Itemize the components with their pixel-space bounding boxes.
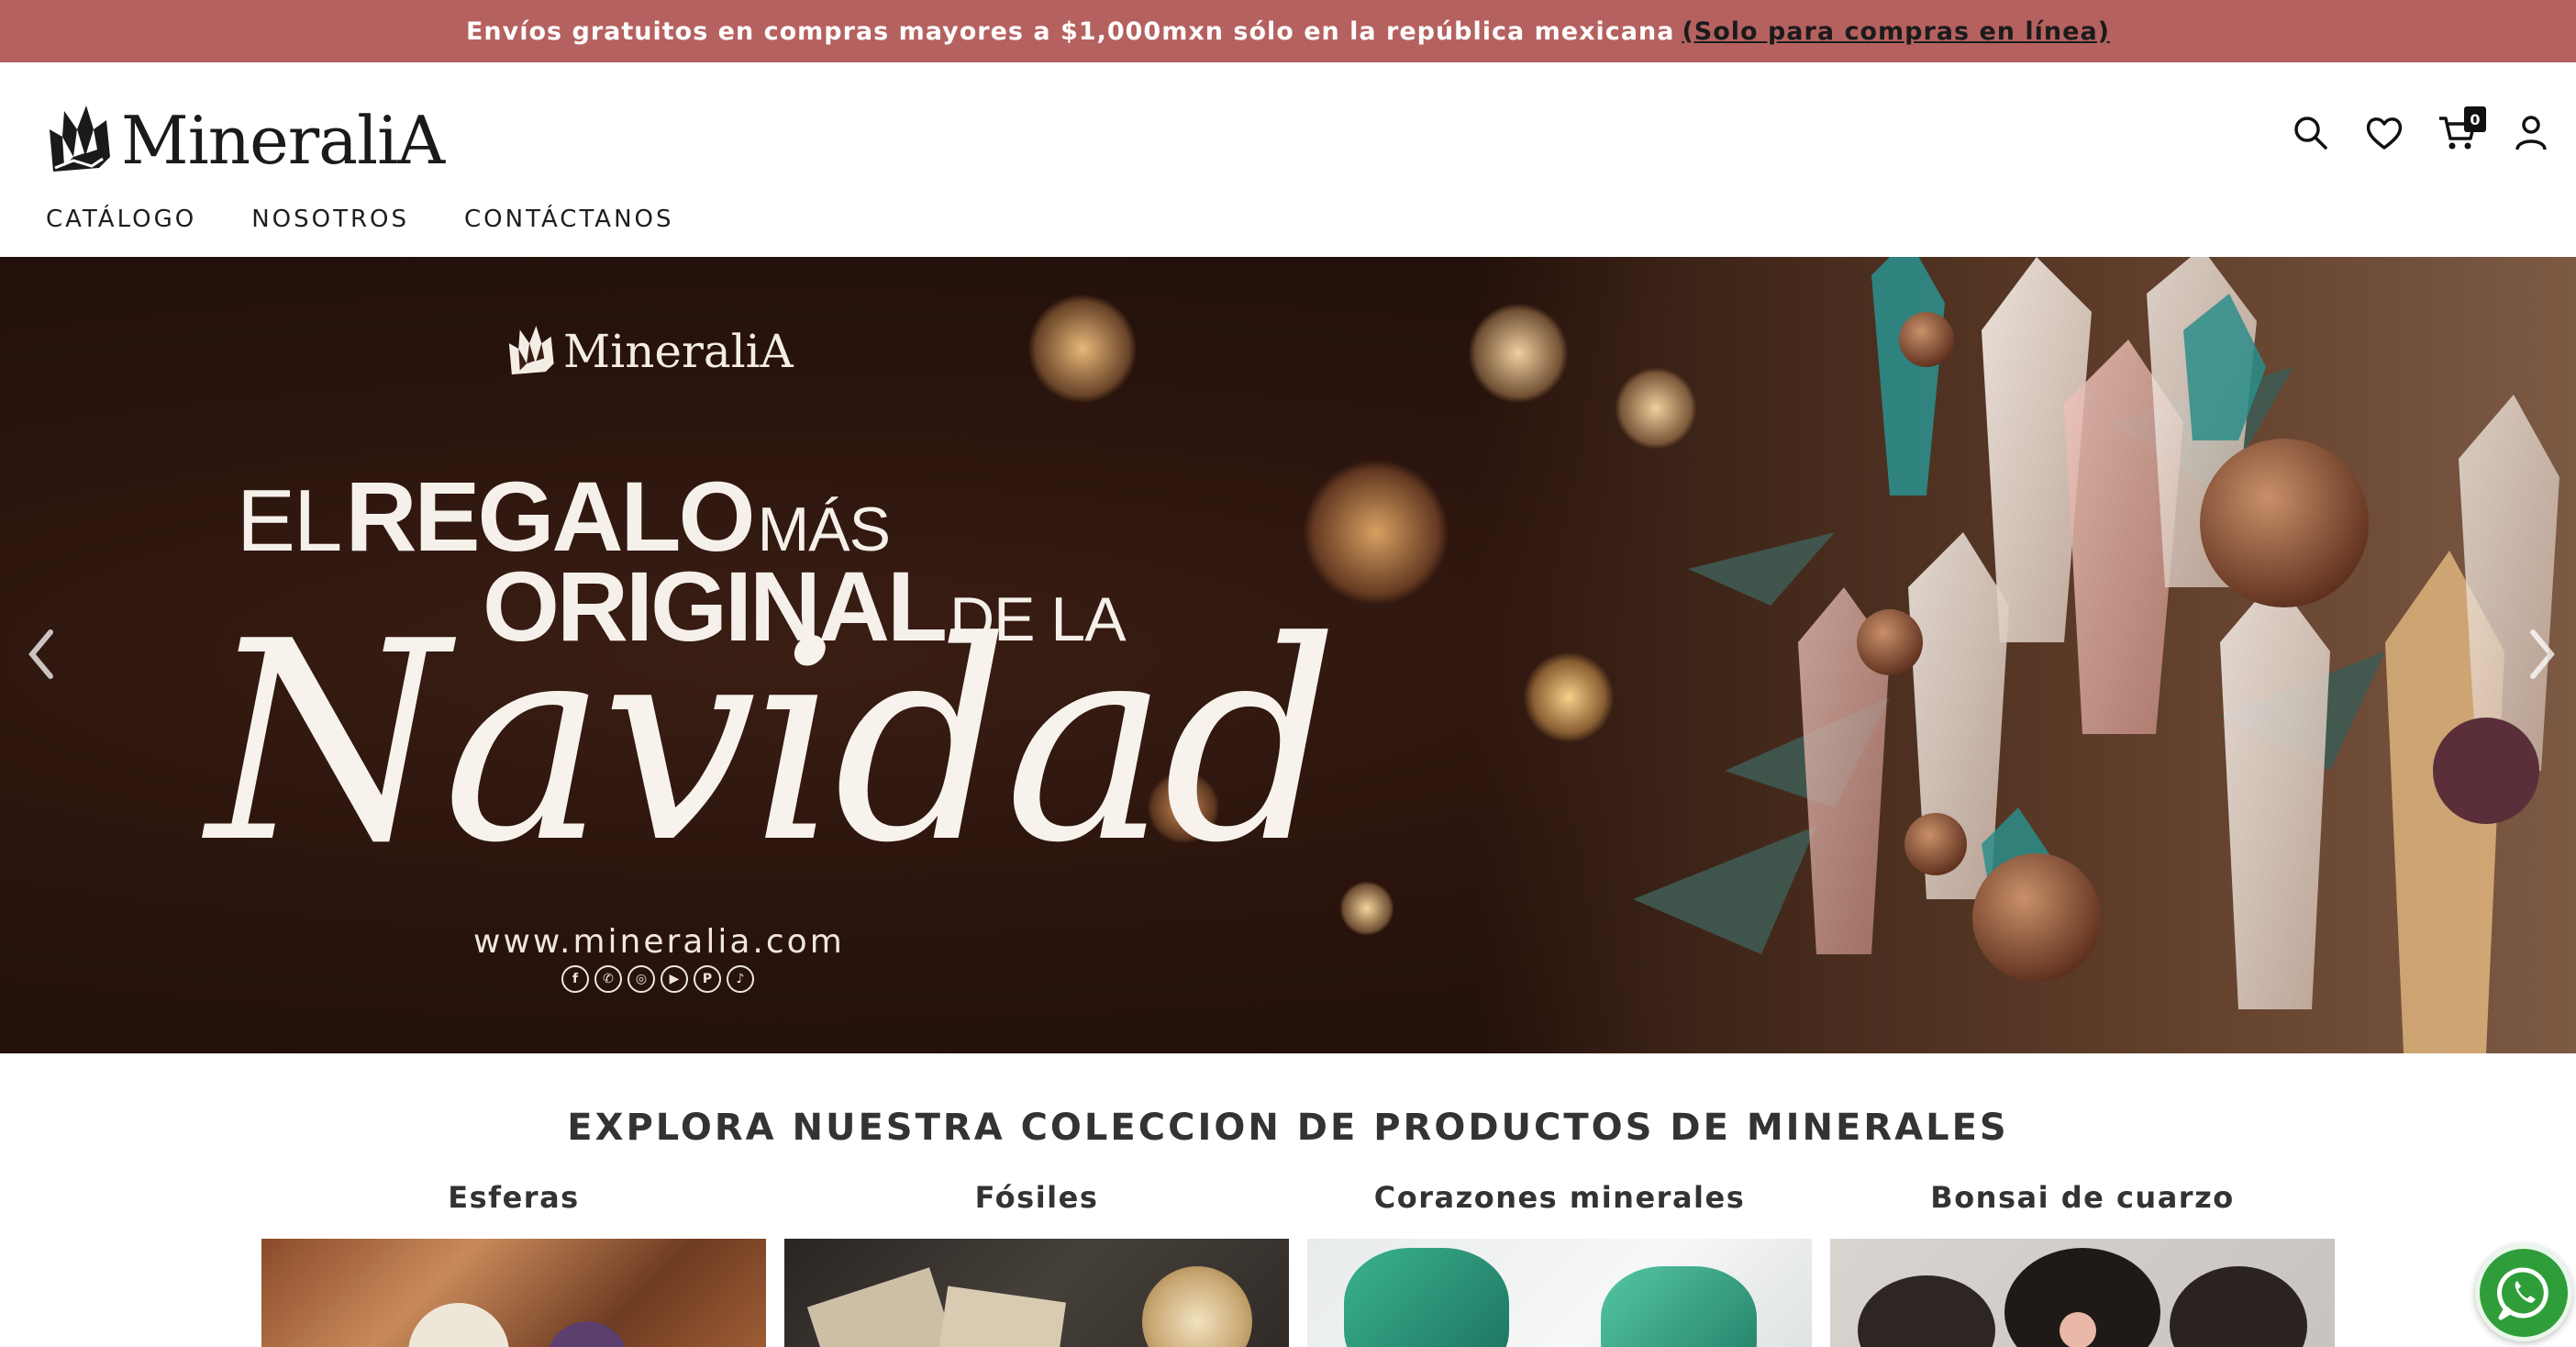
fossil-slab xyxy=(933,1286,1067,1347)
bokeh-light xyxy=(1339,881,1394,936)
bonsai-crystal-shape xyxy=(2060,1312,2096,1347)
bonsai-rock-shape xyxy=(2170,1266,2307,1347)
heart-stone-shape xyxy=(1601,1266,1757,1347)
nav-contactanos[interactable]: CONTÁCTANOS xyxy=(464,206,673,233)
category-image-bonsai[interactable] xyxy=(1830,1239,2335,1347)
heart-icon xyxy=(2366,117,2403,150)
hero-slider: MineraliA EL REGALO MÁS ORIGINAL DE LA N… xyxy=(0,257,2576,1053)
hero-script-navidad: Navidad xyxy=(207,583,1339,903)
logo[interactable]: MineraliA xyxy=(46,99,445,182)
category-title[interactable]: Corazones minerales xyxy=(1307,1180,1812,1226)
category-title[interactable]: Fósiles xyxy=(784,1180,1289,1226)
category-image-corazones[interactable] xyxy=(1307,1239,1812,1347)
ammonite-shape xyxy=(1142,1266,1252,1347)
bokeh-light xyxy=(1027,294,1138,404)
fossil-slab xyxy=(806,1267,964,1347)
chevron-right-icon xyxy=(2530,629,2555,679)
header-icons: 0 xyxy=(2290,106,2552,154)
bokeh-light xyxy=(1523,651,1615,743)
category-card-fosiles[interactable]: Fósiles xyxy=(784,1180,1289,1347)
category-card-corazones[interactable]: Corazones minerales xyxy=(1307,1180,1812,1347)
main-nav: CATÁLOGO NOSOTROS CONTÁCTANOS xyxy=(46,206,674,233)
crystal-cluster-illustration xyxy=(1633,257,2559,1053)
collection-title: EXPLORA NUESTRA COLECCION DE PRODUCTOS D… xyxy=(567,1107,2009,1149)
whatsapp-icon: ✆ xyxy=(594,965,622,993)
hero-brand: MineraliA xyxy=(505,323,794,380)
cart-count-badge: 0 xyxy=(2464,106,2486,132)
announcement-text: Envíos gratuitos en compras mayores a $1… xyxy=(465,17,1675,46)
facebook-icon: f xyxy=(561,965,589,993)
instagram-icon: ◎ xyxy=(627,965,655,993)
whatsapp-icon xyxy=(2497,1267,2548,1320)
bonsai-rock-shape xyxy=(1858,1275,1995,1347)
hero-social-icons: f ✆ ◎ ▶ P ♪ xyxy=(561,965,754,993)
search-icon xyxy=(2294,117,2327,150)
youtube-icon: ▶ xyxy=(661,965,688,993)
user-icon xyxy=(2515,116,2547,150)
pinterest-icon: P xyxy=(694,965,721,993)
hero-brand-text: MineraliA xyxy=(563,325,794,378)
category-image-fosiles[interactable] xyxy=(784,1239,1289,1347)
whatsapp-float-button[interactable] xyxy=(2475,1244,2572,1341)
crystal-logo-icon xyxy=(508,325,554,375)
category-grid: Esferas Fósiles Corazones minerales Bons… xyxy=(261,1180,2335,1347)
category-title[interactable]: Esferas xyxy=(261,1180,766,1226)
slider-next-button[interactable] xyxy=(2515,613,2570,696)
category-card-bonsai[interactable]: Bonsai de cuarzo xyxy=(1830,1180,2335,1347)
search-button[interactable] xyxy=(2290,112,2332,154)
site-header: MineraliA CATÁLOGO NOSOTROS CONTÁCTANOS … xyxy=(0,62,2576,257)
announcement-bar: Envíos gratuitos en compras mayores a $1… xyxy=(0,0,2576,62)
logo-text: MineraliA xyxy=(121,102,445,179)
slider-prev-button[interactable] xyxy=(13,613,68,696)
cart-button[interactable]: 0 xyxy=(2437,106,2486,154)
heart-stone-shape xyxy=(1344,1248,1509,1347)
category-image-esferas[interactable] xyxy=(261,1239,766,1347)
announcement-link[interactable]: (Solo para compras en línea) xyxy=(1682,17,2110,46)
tiktok-icon: ♪ xyxy=(727,965,754,993)
wishlist-button[interactable] xyxy=(2363,112,2405,154)
hero-url: www.mineralia.com xyxy=(473,923,845,961)
bokeh-light xyxy=(1468,303,1569,404)
nav-nosotros[interactable]: NOSOTROS xyxy=(251,206,409,233)
hero-word-el: EL xyxy=(237,472,342,570)
account-button[interactable] xyxy=(2510,112,2552,154)
crystal-logo-icon xyxy=(50,106,110,172)
sphere-shape xyxy=(546,1321,628,1347)
category-card-esferas[interactable]: Esferas xyxy=(261,1180,766,1347)
category-title[interactable]: Bonsai de cuarzo xyxy=(1830,1180,2335,1226)
chevron-left-icon xyxy=(28,629,53,679)
nav-catalogo[interactable]: CATÁLOGO xyxy=(46,206,196,233)
sphere-shape xyxy=(408,1303,509,1347)
